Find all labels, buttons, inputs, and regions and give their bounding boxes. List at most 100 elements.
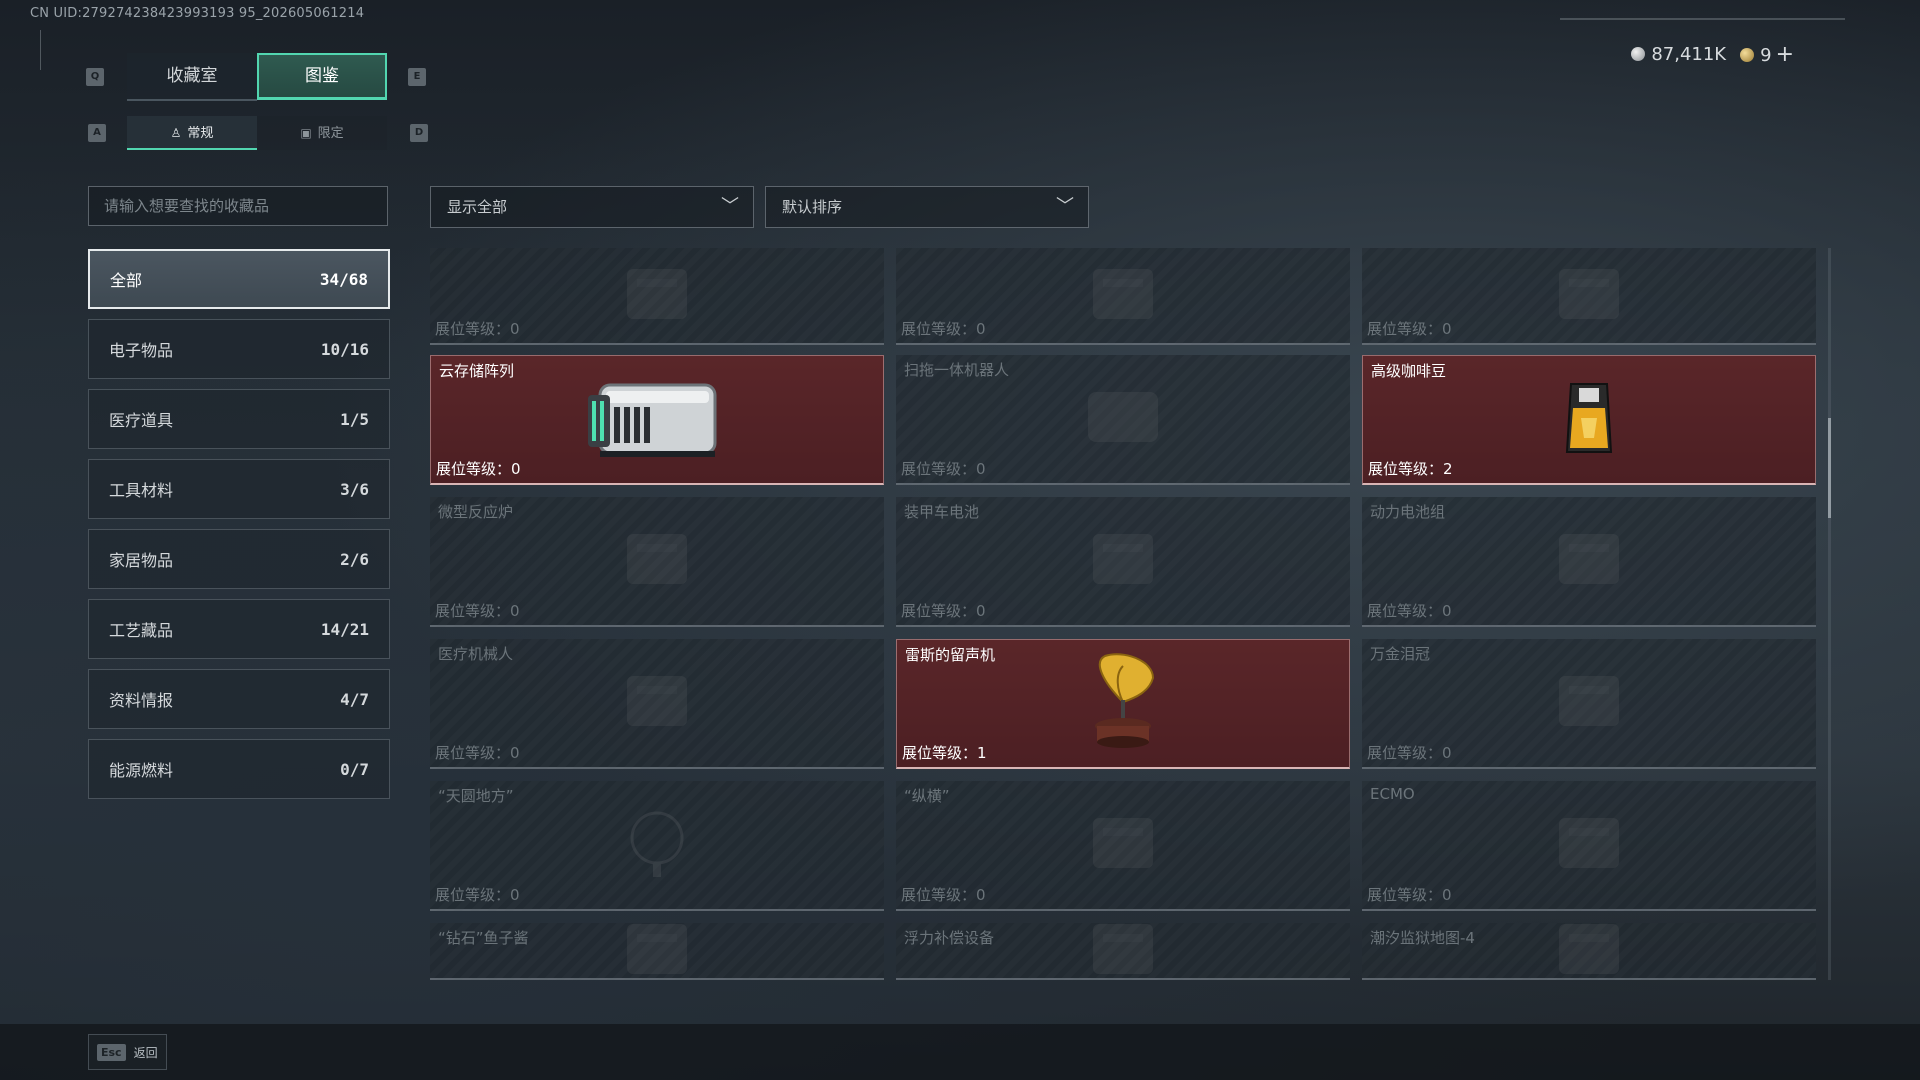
category-item[interactable]: 资料情报 4/7 (88, 669, 390, 729)
level-prefix: 展位等级： (435, 886, 511, 904)
tab-collection-room[interactable]: 收藏室 (127, 53, 257, 101)
map-icon (1544, 914, 1634, 981)
back-button[interactable]: Esc 返回 (88, 1034, 167, 1070)
category-item[interactable]: 全部 34/68 (88, 249, 390, 309)
collection-item[interactable]: 装甲车电池 展位等级：0 (896, 497, 1350, 627)
sort-dropdown[interactable]: 默认排序 ﹀ (765, 186, 1089, 228)
item-name: 动力电池组 (1370, 503, 1446, 521)
category-label: 电子物品 (109, 341, 174, 360)
ecmo-icon (1544, 808, 1634, 882)
collection-item[interactable]: 动力电池组展位等级：0 (1362, 497, 1816, 627)
level-value: 0 (1442, 886, 1452, 904)
collection-item[interactable]: 展位等级：0 (1362, 248, 1816, 345)
corner-decoration (40, 30, 51, 70)
level-prefix: 展位等级： (1367, 320, 1443, 338)
sort-value: 默认排序 (782, 198, 843, 216)
level-prefix: 展位等级： (435, 744, 511, 762)
category-label: 工艺藏品 (109, 621, 174, 640)
add-ticket-button[interactable]: + (1776, 42, 1794, 67)
back-label: 返回 (133, 1045, 158, 1060)
subtab-limited-label: 限定 (317, 126, 344, 141)
collection-item[interactable]: 雷斯的留声机 展位等级：1 (896, 639, 1350, 769)
level-value: 2 (1443, 460, 1453, 478)
collection-item[interactable]: “天圆地方” 展位等级：0 (430, 781, 884, 911)
coffee-bag-icon (1559, 378, 1619, 462)
category-count: 1/5 (340, 409, 369, 429)
item-level: 展位等级：0 (901, 600, 986, 621)
item-name: 扫拖一体机器人 (904, 361, 1010, 379)
level-prefix: 展位等级： (1367, 886, 1443, 904)
subtab-limited[interactable]: ▣ 限定 (257, 116, 387, 150)
level-prefix: 展位等级： (1367, 744, 1443, 762)
prev-subtab-key[interactable]: A (88, 124, 106, 142)
category-item[interactable]: 能源燃料 0/7 (88, 739, 390, 799)
currency-bar: 87,411K 9 + (1631, 42, 1794, 67)
item-level: 展位等级：0 (1367, 318, 1452, 339)
robot-icon (1078, 382, 1168, 456)
category-count: 0/7 (340, 759, 369, 779)
collection-item[interactable]: 万金泪冠 展位等级：0 (1362, 639, 1816, 769)
tab-codex[interactable]: 图鉴 (257, 53, 387, 100)
reactor-icon (612, 524, 702, 598)
med-robot-icon (612, 666, 702, 740)
collection-item[interactable]: 微型反应炉 展位等级：0 (430, 497, 884, 627)
category-item[interactable]: 工具材料 3/6 (88, 459, 390, 519)
level-value: 0 (976, 320, 986, 338)
category-item[interactable]: 工艺藏品 14/21 (88, 599, 390, 659)
level-value: 1 (977, 744, 987, 762)
subtab-regular[interactable]: ♙ 常规 (127, 116, 257, 150)
category-label: 医疗道具 (109, 411, 174, 430)
item-level: 展位等级：0 (435, 884, 520, 905)
item-level: 展位等级：0 (901, 458, 986, 479)
collection-item[interactable]: “钻石”鱼子酱 (430, 923, 884, 980)
category-count: 3/6 (340, 479, 369, 499)
level-prefix: 展位等级： (901, 886, 977, 904)
item-level: 展位等级：0 (435, 742, 520, 763)
collection-item[interactable]: 扫拖一体机器人 展位等级：0 (896, 355, 1350, 485)
item-name: 云存储阵列 (439, 362, 515, 380)
collection-item[interactable]: 云存储阵列展位等级：0 (430, 355, 884, 485)
collection-item[interactable]: 展位等级：0 (896, 248, 1350, 345)
esc-key: Esc (97, 1043, 126, 1061)
ticket-balance[interactable]: 9 + (1740, 42, 1794, 67)
item-level: 展位等级：0 (901, 884, 986, 905)
level-value: 0 (510, 744, 520, 762)
chevron-down-icon: ﹀ (721, 196, 739, 217)
collection-item[interactable]: 展位等级：0 (430, 248, 884, 345)
collection-item[interactable]: 浮力补偿设备 (896, 923, 1350, 980)
category-item[interactable]: 家居物品 2/6 (88, 529, 390, 589)
collection-item[interactable]: 医疗机械人 展位等级：0 (430, 639, 884, 769)
filter-value: 显示全部 (447, 198, 508, 216)
collection-item[interactable]: 高级咖啡豆 展位等级：2 (1362, 355, 1816, 485)
item-name: “天圆地方” (438, 787, 514, 805)
battery-pack-icon (1544, 524, 1634, 598)
next-subtab-key[interactable]: D (410, 124, 428, 142)
crown-icon (1544, 666, 1634, 740)
level-prefix: 展位等级： (901, 460, 977, 478)
search-input[interactable]: 请输入想要查找的收藏品 (88, 186, 388, 226)
footer-bar (0, 1024, 1920, 1080)
category-item[interactable]: 电子物品 10/16 (88, 319, 390, 379)
level-value: 0 (976, 602, 986, 620)
category-label: 全部 (110, 271, 143, 290)
collection-item[interactable]: “纵横” 展位等级：0 (896, 781, 1350, 911)
item-level: 展位等级：0 (1367, 600, 1452, 621)
next-tab-key[interactable]: E (408, 68, 426, 86)
filter-dropdown[interactable]: 显示全部 ﹀ (430, 186, 754, 228)
prev-tab-key[interactable]: Q (86, 68, 104, 86)
collection-item[interactable]: 潮汐监狱地图-4 (1362, 923, 1816, 980)
item-level: 展位等级：0 (1367, 742, 1452, 763)
category-count: 2/6 (340, 549, 369, 569)
item-name: “纵横” (904, 787, 950, 805)
category-label: 能源燃料 (109, 761, 174, 780)
ticket-amount: 9 (1760, 45, 1772, 66)
collection-item[interactable]: ECMO 展位等级：0 (1362, 781, 1816, 911)
scrollbar-thumb[interactable] (1828, 418, 1831, 518)
category-label: 工具材料 (109, 481, 174, 500)
scrollbar-track[interactable] (1828, 248, 1831, 980)
category-item[interactable]: 医疗道具 1/5 (88, 389, 390, 449)
item-level: 展位等级：0 (436, 458, 521, 479)
level-prefix: 展位等级： (902, 744, 978, 762)
chevron-down-icon: ﹀ (1056, 196, 1074, 217)
item-name: “钻石”鱼子酱 (438, 929, 529, 947)
